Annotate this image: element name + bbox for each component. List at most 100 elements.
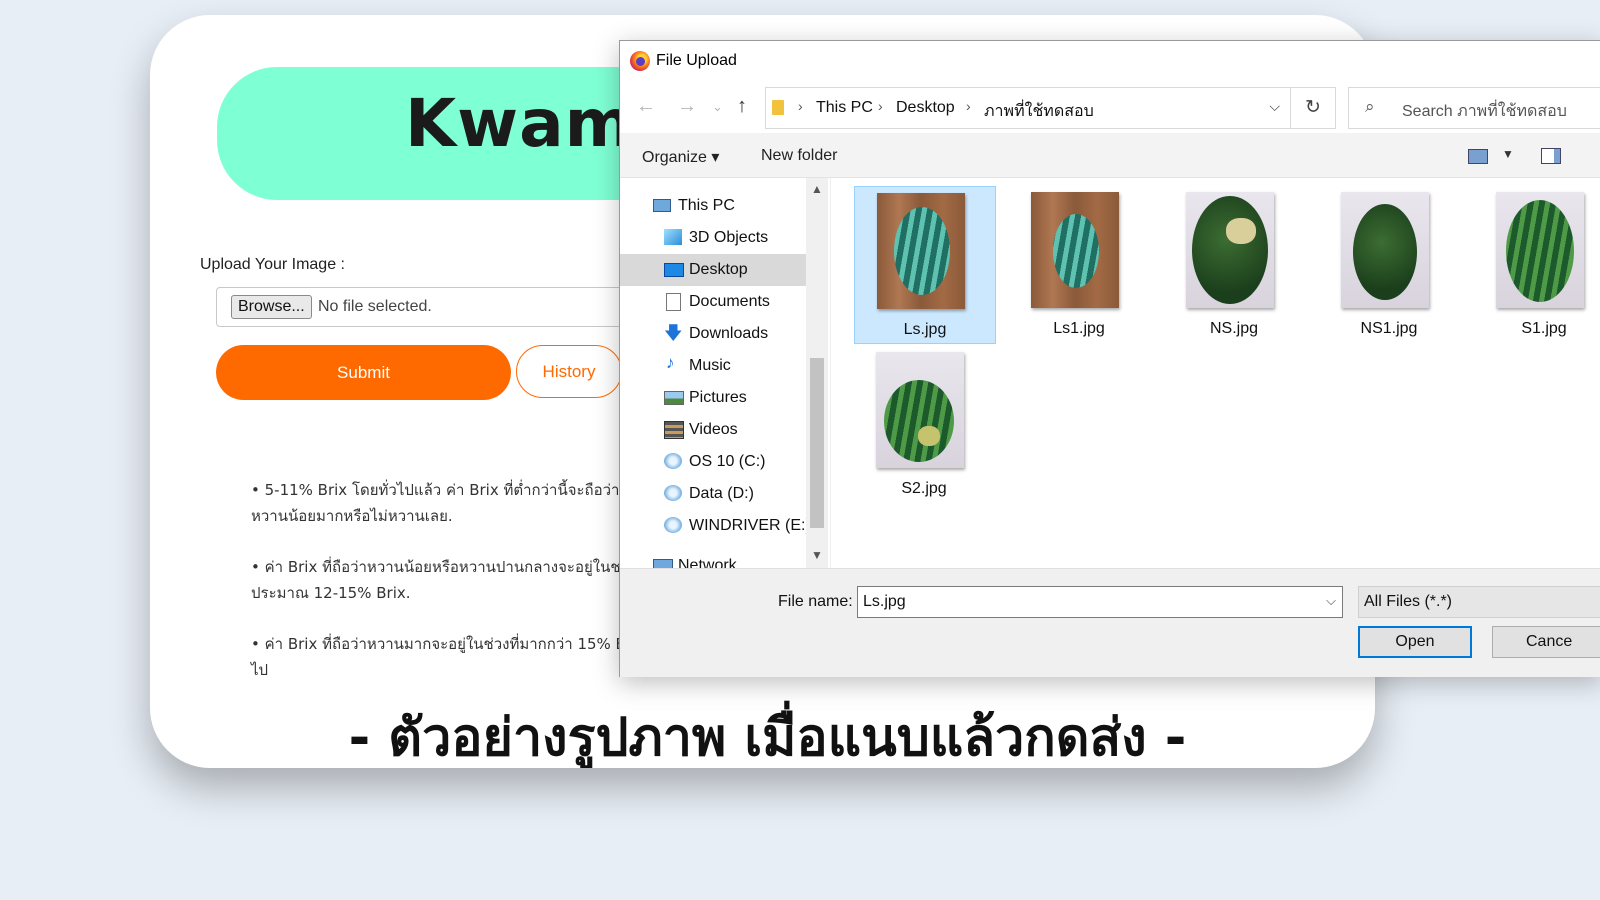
- file-item-ls1[interactable]: Ls1.jpg: [1009, 186, 1149, 342]
- recent-locations-chevron-icon[interactable]: ⌄: [712, 99, 723, 115]
- brix-info-high: • ค่า Brix ที่ถือว่าหวานมากจะอยู่ในช่วงท…: [251, 635, 626, 679]
- file-thumbnail: [1031, 192, 1119, 308]
- drive-icon: [664, 485, 682, 501]
- file-name-value: Ls.jpg: [863, 593, 906, 610]
- nav-item-music[interactable]: ♪ Music: [620, 350, 806, 382]
- nav-item-drive-e[interactable]: WINDRIVER (E:): [620, 510, 811, 542]
- scroll-up-icon[interactable]: ▲: [811, 182, 823, 196]
- nav-item-drive-d[interactable]: Data (D:): [620, 478, 806, 510]
- dialog-footer: File name: Ls.jpg ⌵ All Files (*.*) Open…: [620, 568, 1600, 677]
- file-thumbnail: [1341, 192, 1429, 308]
- film-icon: [664, 421, 684, 439]
- nav-item-documents[interactable]: Documents: [620, 286, 806, 318]
- nav-label: Videos: [689, 421, 738, 438]
- cube-icon: [664, 229, 682, 245]
- cancel-button[interactable]: Cance: [1492, 626, 1600, 658]
- nav-label: Desktop: [689, 261, 748, 278]
- melon-spot: [1226, 218, 1256, 244]
- brix-info-low: • 5-11% Brix โดยทั่วไปแล้ว ค่า Brix ที่ต…: [251, 481, 630, 525]
- navigation-pane: This PC 3D Objects Desktop Documents 🡇 D…: [620, 178, 830, 568]
- music-note-icon: ♪: [666, 353, 675, 372]
- file-item-s1[interactable]: S1.jpg: [1474, 186, 1600, 342]
- nav-label: WINDRIVER (E:): [689, 517, 811, 534]
- file-item-ns1[interactable]: NS1.jpg: [1319, 186, 1459, 342]
- file-thumbnail: [876, 352, 964, 468]
- drive-icon: [664, 453, 682, 469]
- watermelon-image: [1192, 196, 1268, 304]
- organize-button[interactable]: Organize ▾: [642, 147, 719, 167]
- file-status-text: No file selected.: [318, 298, 432, 315]
- submit-button[interactable]: Submit: [216, 345, 511, 400]
- history-button[interactable]: History: [516, 345, 622, 398]
- watermelon-image: [1506, 200, 1574, 302]
- nav-scrollbar[interactable]: ▲ ▼: [806, 178, 828, 568]
- nav-label: Downloads: [689, 325, 769, 342]
- file-name: Ls.jpg: [903, 321, 947, 338]
- file-item-s2[interactable]: S2.jpg: [854, 346, 994, 502]
- file-item-ns[interactable]: NS.jpg: [1164, 186, 1304, 342]
- file-name: NS1.jpg: [1360, 320, 1418, 337]
- nav-label: Music: [689, 357, 731, 374]
- nav-item-drive-c[interactable]: OS 10 (C:): [620, 446, 806, 478]
- upload-label: Upload Your Image :: [200, 256, 345, 273]
- desktop-icon: [664, 263, 684, 277]
- breadcrumb-separator-icon: ›: [878, 98, 883, 114]
- file-name-input[interactable]: Ls.jpg ⌵: [857, 586, 1343, 618]
- file-name: S2.jpg: [901, 480, 947, 497]
- caption-text: - ตัวอย่างรูปภาพ เมื่อแนบแล้วกดส่ง -: [348, 708, 1187, 768]
- nav-item-network[interactable]: Network: [620, 550, 806, 568]
- breadcrumb-this-pc[interactable]: This PC: [816, 99, 873, 117]
- file-thumbnail: [877, 193, 965, 309]
- open-button[interactable]: Open: [1358, 626, 1472, 658]
- file-name-dropdown-icon[interactable]: ⌵: [1326, 593, 1336, 609]
- watermelon-image: [1053, 214, 1099, 288]
- nav-item-desktop[interactable]: Desktop: [620, 254, 806, 286]
- up-arrow-icon[interactable]: ↑: [737, 95, 747, 118]
- firefox-logo-icon: [630, 51, 650, 71]
- drive-icon: [664, 517, 682, 533]
- scroll-thumb[interactable]: [810, 358, 824, 528]
- download-arrow-icon: 🡇: [664, 323, 683, 343]
- back-arrow-icon[interactable]: ←: [636, 95, 656, 118]
- nav-label: Network: [678, 557, 737, 568]
- browse-button[interactable]: Browse...: [231, 295, 312, 319]
- file-thumbnail: [1496, 192, 1584, 308]
- file-input[interactable]: Browse... No file selected.: [216, 287, 658, 327]
- view-dropdown-icon[interactable]: ▼: [1502, 147, 1514, 161]
- nav-item-this-pc[interactable]: This PC: [620, 190, 806, 222]
- nav-item-videos[interactable]: Videos: [620, 414, 806, 446]
- scroll-down-icon[interactable]: ▼: [811, 548, 823, 562]
- nav-label: This PC: [678, 197, 735, 214]
- file-type-select[interactable]: All Files (*.*): [1358, 586, 1600, 618]
- forward-arrow-icon[interactable]: →: [677, 95, 697, 118]
- preview-pane-icon[interactable]: [1541, 148, 1561, 164]
- address-bar[interactable]: › This PC › Desktop › ภาพที่ใช้ทดสอบ ⌵: [765, 87, 1291, 129]
- breadcrumb-current-folder[interactable]: ภาพที่ใช้ทดสอบ: [984, 99, 1094, 124]
- nav-label: 3D Objects: [689, 229, 769, 246]
- breadcrumb-separator-icon: ›: [798, 98, 803, 114]
- view-mode-icon[interactable]: [1468, 149, 1488, 164]
- nav-item-3d-objects[interactable]: 3D Objects: [620, 222, 806, 254]
- nav-label: OS 10 (C:): [689, 453, 766, 470]
- nav-item-pictures[interactable]: Pictures: [620, 382, 806, 414]
- navigation-row: ← → ⌄ ↑ › This PC › Desktop › ภาพที่ใช้ท…: [620, 81, 1600, 133]
- nav-item-downloads[interactable]: 🡇 Downloads: [620, 318, 806, 350]
- nav-label: Pictures: [689, 389, 747, 406]
- breadcrumb-desktop[interactable]: Desktop: [896, 99, 955, 117]
- search-input[interactable]: ⌕ Search ภาพที่ใช้ทดสอบ: [1348, 87, 1600, 129]
- nav-label: Documents: [689, 293, 770, 310]
- nav-label: Data (D:): [689, 485, 754, 502]
- computer-icon: [653, 199, 671, 212]
- watermelon-image: [1353, 204, 1417, 300]
- watermelon-image: [884, 380, 954, 462]
- file-item-ls[interactable]: Ls.jpg: [854, 186, 996, 344]
- folder-icon: [772, 100, 784, 115]
- new-folder-button[interactable]: New folder: [761, 147, 837, 165]
- refresh-icon[interactable]: ↻: [1290, 87, 1336, 129]
- file-name-label: File name:: [778, 593, 853, 610]
- breadcrumb-separator-icon: ›: [966, 98, 971, 114]
- address-dropdown-icon[interactable]: ⌵: [1269, 98, 1280, 115]
- watermelon-image: [894, 207, 950, 295]
- file-name: S1.jpg: [1521, 320, 1567, 337]
- brix-info-medium: • ค่า Brix ที่ถือว่าหวานน้อยหรือหวานปานก…: [251, 558, 621, 602]
